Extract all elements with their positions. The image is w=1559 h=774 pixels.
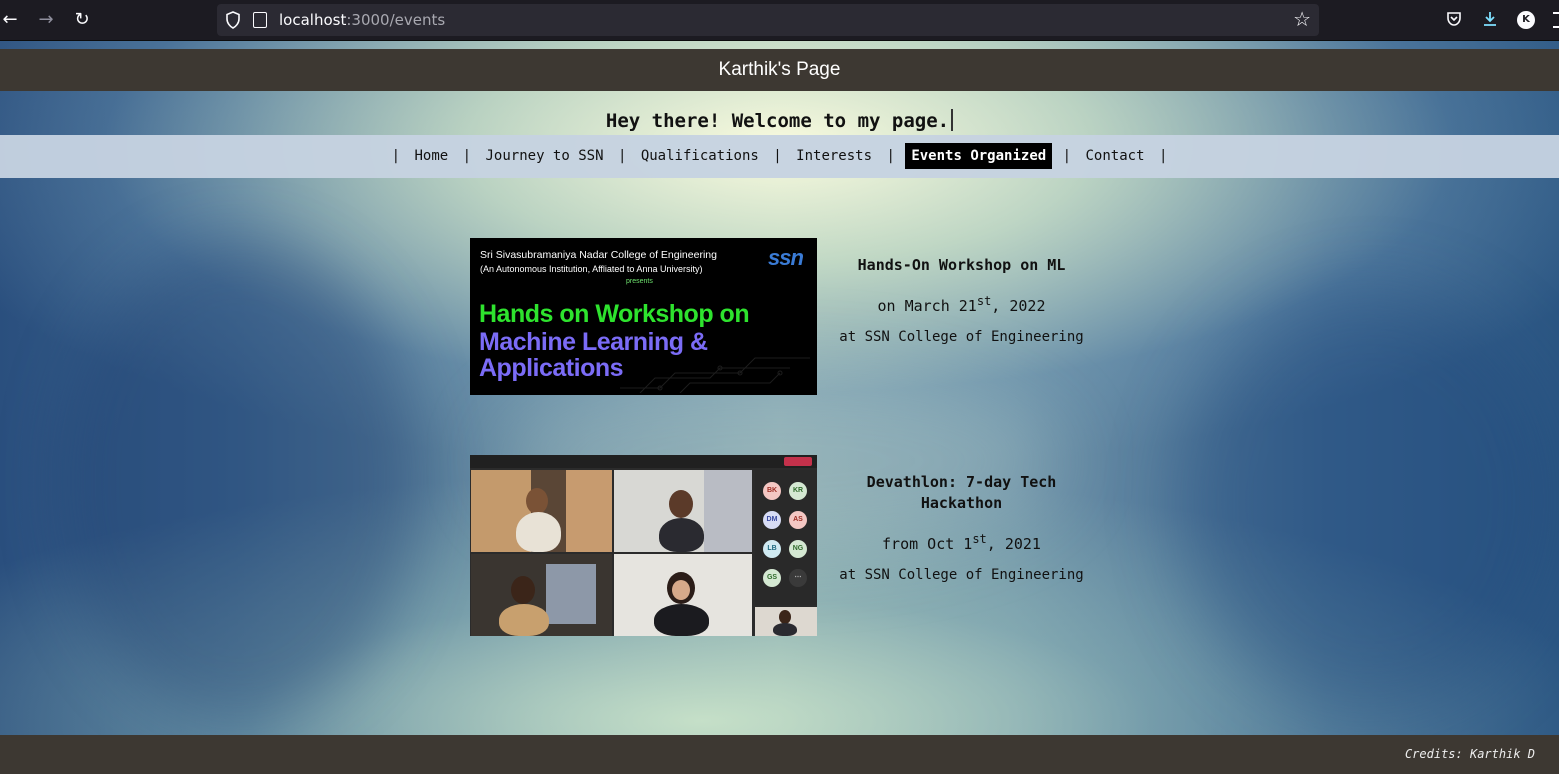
poster-institution-text: (An Autonomous Institution, Affliated to… xyxy=(480,264,703,274)
nav-separator: | xyxy=(462,148,472,164)
pocket-icon[interactable] xyxy=(1444,10,1464,30)
event-location: at SSN College of Engineering xyxy=(839,329,1084,345)
event-title: Hands-On Workshop on ML xyxy=(857,256,1066,274)
video-tile xyxy=(471,470,612,552)
hackathon-video-call-image: BK KR DM AS LB NG GS ⋯ xyxy=(470,455,817,636)
nav-separator: | xyxy=(1062,148,1072,164)
url-text[interactable]: localhost:3000/events xyxy=(279,11,445,29)
poster-headline-line3: Applications xyxy=(479,354,624,382)
event-details: Hands-On Workshop on ML on March 21st, 2… xyxy=(837,255,1086,345)
poster-presents-text: presents xyxy=(626,278,653,285)
background-blur-shape xyxy=(1180,291,1559,711)
shield-icon[interactable] xyxy=(225,11,241,29)
typing-caret xyxy=(951,109,954,131)
credits-text: Credits: Karthik D xyxy=(1404,747,1535,761)
background-blur-shape xyxy=(60,241,420,721)
participant-avatar: KR xyxy=(789,482,807,500)
ssn-logo: ssn xyxy=(768,245,804,270)
main-nav: | Home | Journey to SSN | Qualifications… xyxy=(0,135,1559,178)
event-date: from Oct 1st, 2021 xyxy=(882,532,1041,553)
participant-avatar: GS xyxy=(763,569,781,587)
bookmark-star-icon[interactable]: ☆ xyxy=(1293,8,1311,30)
page-icon xyxy=(253,12,267,28)
nav-separator: | xyxy=(773,148,782,164)
nav-home[interactable]: Home xyxy=(410,145,452,167)
call-toolbar xyxy=(470,455,817,468)
workshop-poster-image: Sri Sivasubramaniya Nadar College of Eng… xyxy=(470,238,817,395)
event-card: Sri Sivasubramaniya Nadar College of Eng… xyxy=(470,238,1090,395)
participant-more: ⋯ xyxy=(789,569,807,587)
video-tile xyxy=(614,470,752,552)
participant-avatar: DM xyxy=(763,511,781,529)
poster-college-text: Sri Sivasubramaniya Nadar College of Eng… xyxy=(480,249,717,261)
video-tile xyxy=(614,554,752,636)
participant-avatar: LB xyxy=(763,540,781,558)
site-footer: Credits: Karthik D xyxy=(0,735,1559,774)
nav-contact[interactable]: Contact xyxy=(1082,145,1149,167)
participant-avatar: NG xyxy=(789,540,807,558)
leave-call-button xyxy=(784,457,812,466)
poster-headline-line2: Machine Learning & xyxy=(479,328,708,356)
video-tile xyxy=(471,554,612,636)
reload-icon[interactable]: ↻ xyxy=(72,10,92,30)
forward-arrow-icon[interactable]: → xyxy=(36,10,56,30)
download-icon[interactable] xyxy=(1480,10,1500,30)
participants-panel: BK KR DM AS LB NG GS ⋯ xyxy=(755,470,817,605)
participant-avatar: BK xyxy=(763,482,781,500)
nav-separator: | xyxy=(886,148,895,164)
address-bar[interactable]: localhost:3000/events ☆ xyxy=(217,4,1319,36)
self-view-tile xyxy=(755,607,817,636)
back-arrow-icon[interactable]: ← xyxy=(0,10,20,30)
nav-separator: | xyxy=(1158,148,1168,164)
site-header: Karthik's Page xyxy=(0,49,1559,91)
poster-headline-line1: Hands on Workshop on xyxy=(479,300,750,328)
event-date: on March 21st, 2022 xyxy=(877,294,1046,315)
welcome-heading: Hey there! Welcome to my page. xyxy=(0,109,1559,132)
participant-avatar: AS xyxy=(789,511,807,529)
nav-journey-to-ssn[interactable]: Journey to SSN xyxy=(482,145,608,167)
event-card: BK KR DM AS LB NG GS ⋯ Devathlon: 7-day … xyxy=(470,455,1090,636)
nav-events-organized[interactable]: Events Organized xyxy=(905,143,1053,169)
menu-icon[interactable] xyxy=(1553,12,1559,28)
nav-separator: | xyxy=(617,148,627,164)
browser-toolbar: ← → ↻ localhost:3000/events ☆ K xyxy=(0,0,1559,41)
site-title: Karthik's Page xyxy=(718,59,841,80)
page-viewport: Karthik's Page Hey there! Welcome to my … xyxy=(0,41,1559,774)
event-details: Devathlon: 7-day Tech Hackathon from Oct… xyxy=(837,472,1086,583)
event-location: at SSN College of Engineering xyxy=(839,567,1084,583)
nav-separator: | xyxy=(391,148,401,164)
event-title: Devathlon: 7-day Tech Hackathon xyxy=(866,473,1057,512)
nav-interests[interactable]: Interests xyxy=(792,145,876,167)
nav-qualifications[interactable]: Qualifications xyxy=(637,145,763,167)
profile-avatar[interactable]: K xyxy=(1517,11,1535,29)
